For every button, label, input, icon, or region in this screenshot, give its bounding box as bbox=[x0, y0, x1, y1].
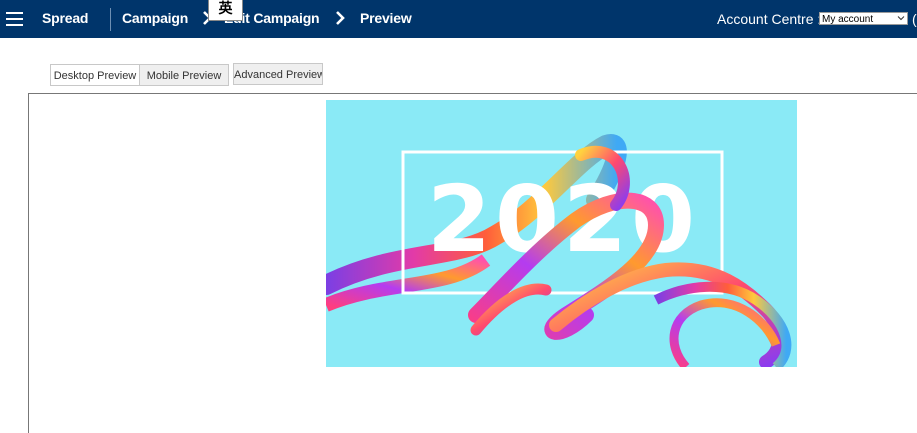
tab-advanced-preview[interactable]: Advanced Preview bbox=[233, 63, 323, 85]
top-navigation-bar: Spread Campaign Edit Campaign 英 Preview … bbox=[0, 0, 917, 38]
breadcrumb-preview[interactable]: Preview bbox=[360, 10, 412, 26]
brand-link[interactable]: Spread bbox=[42, 10, 88, 26]
tab-mobile-preview[interactable]: Mobile Preview bbox=[139, 64, 229, 86]
account-centre-label: Account Centre : bbox=[717, 11, 822, 27]
banner-artwork: 2020 bbox=[326, 100, 797, 367]
breadcrumb-campaign[interactable]: Campaign bbox=[122, 10, 188, 26]
account-select-value: My account bbox=[822, 14, 874, 25]
account-select[interactable]: My account bbox=[819, 12, 908, 25]
chevron-right-icon bbox=[336, 11, 345, 25]
ime-indicator: 英 bbox=[208, 0, 243, 21]
truncated-header-text: ( bbox=[912, 11, 917, 27]
campaign-banner-image: 2020 bbox=[326, 100, 797, 367]
nav-divider bbox=[110, 8, 111, 31]
chevron-down-icon bbox=[897, 16, 905, 21]
hamburger-menu-icon[interactable] bbox=[6, 12, 23, 26]
tab-desktop-preview[interactable]: Desktop Preview bbox=[50, 64, 140, 86]
